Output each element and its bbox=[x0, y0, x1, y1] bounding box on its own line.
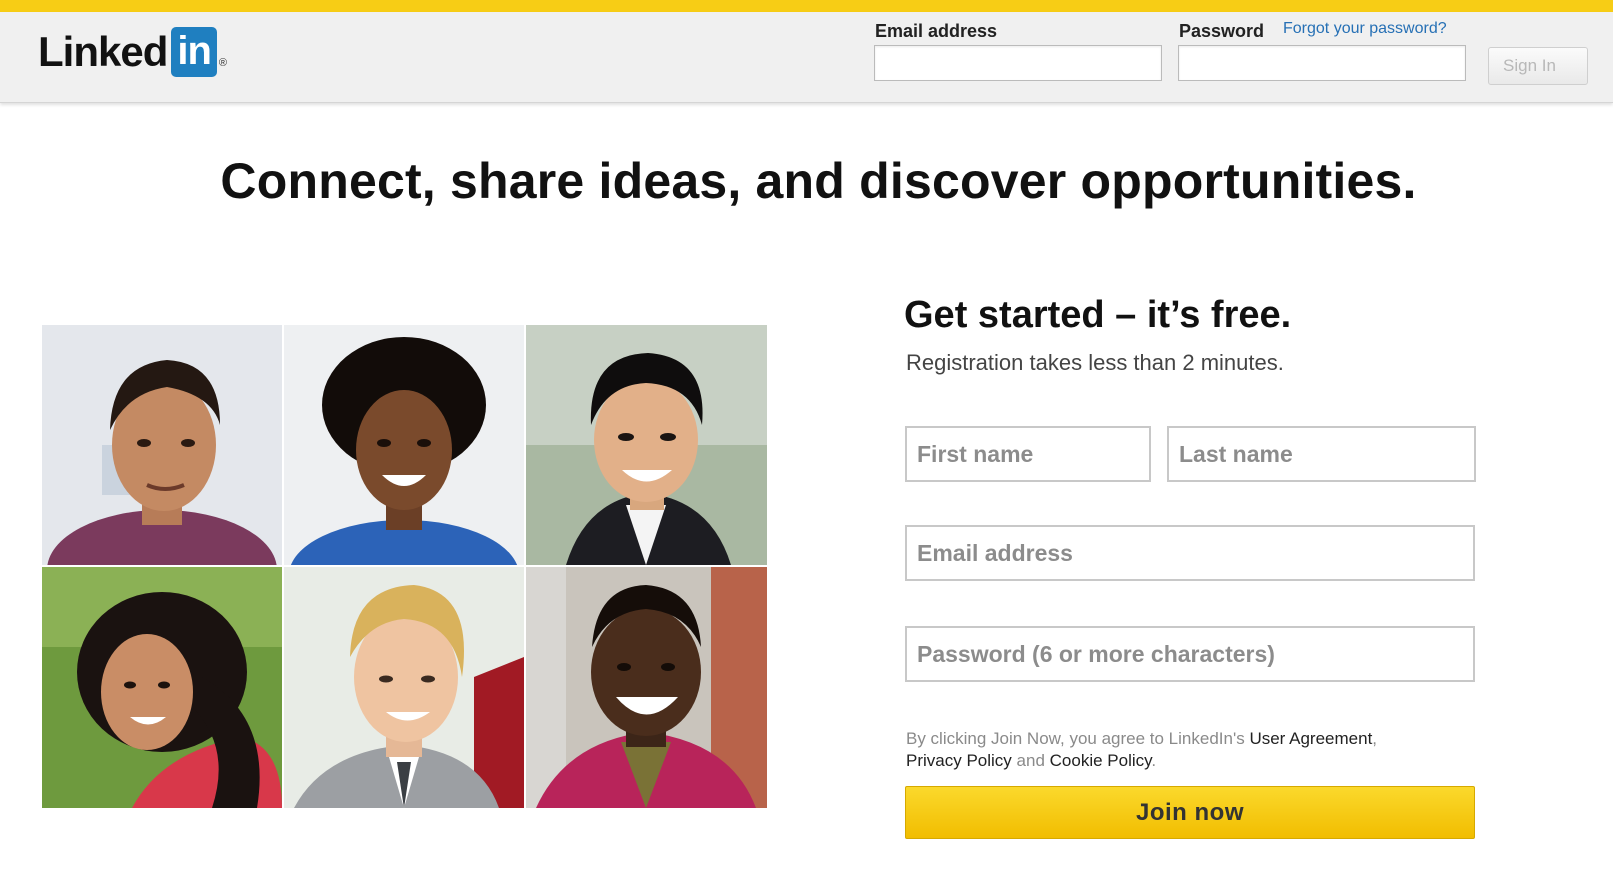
signup-subtitle: Registration takes less than 2 minutes. bbox=[906, 350, 1284, 375]
signup-email-input[interactable] bbox=[905, 525, 1475, 581]
terms-prefix: By clicking Join Now, you agree to Linke… bbox=[906, 729, 1245, 748]
linkedin-logo[interactable]: Linked in ® bbox=[38, 26, 227, 78]
page-headline: Connect, share ideas, and discover oppor… bbox=[220, 153, 1417, 209]
header-password-label: Password bbox=[1179, 21, 1265, 41]
join-now-button[interactable]: Join now bbox=[905, 786, 1475, 839]
logo-in-box: in bbox=[171, 27, 217, 77]
terms-notice: By clicking Join Now, you agree to Linke… bbox=[906, 729, 1378, 770]
signup-password-input[interactable] bbox=[905, 626, 1475, 682]
member-photo-grid bbox=[42, 325, 767, 808]
member-photo-4 bbox=[42, 567, 282, 808]
header-email-input[interactable] bbox=[874, 45, 1162, 81]
cookie-policy-link[interactable]: Cookie Policy bbox=[1050, 751, 1152, 770]
forgot-password-link[interactable]: Forgot your password? bbox=[1283, 20, 1447, 38]
terms-and: and bbox=[1016, 751, 1045, 770]
member-photo-5 bbox=[284, 567, 524, 808]
top-header: Linked in ® Email address Password Forgo… bbox=[0, 12, 1613, 103]
user-agreement-link[interactable]: User Agreement bbox=[1249, 729, 1372, 748]
sign-in-button[interactable]: Sign In bbox=[1488, 47, 1588, 85]
logo-registered-mark: ® bbox=[218, 57, 228, 69]
member-photo-1 bbox=[42, 325, 282, 565]
privacy-policy-link[interactable]: Privacy Policy bbox=[906, 751, 1012, 770]
top-accent-stripe bbox=[0, 0, 1613, 12]
member-photo-3 bbox=[526, 325, 767, 565]
last-name-input[interactable] bbox=[1167, 426, 1476, 482]
logo-wordmark: Linked bbox=[38, 28, 168, 75]
header-email-label: Email address bbox=[875, 21, 998, 41]
signup-title: Get started – it’s free. bbox=[904, 294, 1292, 336]
member-photo-6 bbox=[526, 567, 767, 808]
first-name-input[interactable] bbox=[905, 426, 1151, 482]
member-photo-2 bbox=[284, 325, 524, 565]
header-password-input[interactable] bbox=[1178, 45, 1466, 81]
